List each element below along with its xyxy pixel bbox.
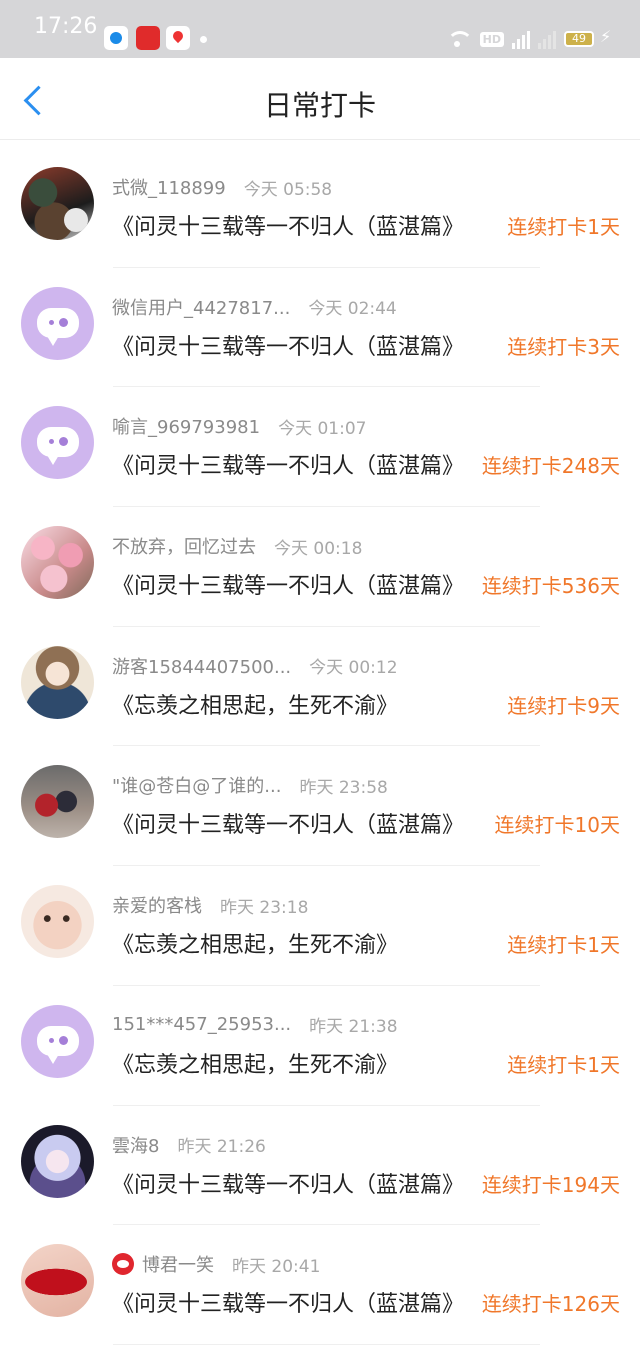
book-title[interactable]: 《忘羡之相思起，生死不渝》 (112, 927, 497, 959)
user-name[interactable]: 喻言_969793981 (112, 413, 260, 439)
more-notifications-icon (200, 36, 207, 43)
avatar[interactable] (21, 1124, 94, 1198)
avatar[interactable] (21, 885, 94, 959)
book-title[interactable]: 《问灵十三载等一不归人（蓝湛篇》 (112, 1286, 472, 1318)
streak-label: 连续打卡194天 (481, 1172, 620, 1197)
checkin-item[interactable]: 雲海8 昨天 21:26 《问灵十三载等一不归人（蓝湛篇》 连续打卡194天 (0, 1106, 640, 1226)
checkin-item[interactable]: 博君一笑 昨天 20:41 《问灵十三载等一不归人（蓝湛篇》 连续打卡126天 (0, 1225, 640, 1345)
checkin-time: 今天 01:07 (278, 418, 367, 439)
book-title[interactable]: 《忘羡之相思起，生死不渝》 (112, 1047, 497, 1079)
checkin-time: 今天 02:44 (308, 299, 397, 320)
checkin-time: 昨天 23:18 (220, 897, 309, 918)
wifi-icon (446, 29, 473, 49)
checkin-meta: 不放弃，回忆过去 今天 00:18 (112, 533, 362, 559)
streak-label: 连续打卡126天 (481, 1292, 620, 1317)
avatar[interactable] (21, 406, 94, 480)
checkin-item[interactable]: 微信用户_4427817... 今天 02:44 《问灵十三载等一不归人（蓝湛篇》连… (0, 268, 640, 388)
checkin-meta: 游客15844407500... 今天 00:12 (112, 653, 398, 679)
user-name[interactable]: "谁@苍白@了谁的... (112, 772, 281, 798)
book-title[interactable]: 《问灵十三载等一不归人（蓝湛篇》 (112, 209, 497, 241)
checkin-item[interactable]: 喻言_969793981 今天 01:07 《问灵十三载等一不归人（蓝湛篇》 连续打卡… (0, 387, 640, 508)
checkin-meta: 式微_118899 今天 05:58 (112, 174, 332, 200)
browser-app-icon (104, 26, 128, 50)
streak-label: 连续打卡1天 (507, 215, 620, 239)
checkin-item[interactable]: "谁@苍白@了谁的... 昨天 23:58 《问灵十三载等一不归人（蓝湛篇》 连续打卡… (0, 746, 640, 867)
streak-label: 连续打卡248天 (481, 454, 620, 479)
lips-badge-icon (112, 1253, 134, 1276)
checkin-meta: 151***457_25953... 昨天 21:38 (112, 1012, 398, 1037)
book-title[interactable]: 《问灵十三载等一不归人（蓝湛篇》 (112, 1167, 472, 1199)
checkin-item[interactable]: 不放弃，回忆过去 今天 00:18 《问灵十三载等一不归人（蓝湛篇》 连续打卡536天 (0, 507, 640, 627)
checkin-meta: 雲海8 昨天 21:26 (112, 1132, 266, 1158)
streak-label: 连续打卡1天 (507, 933, 620, 958)
checkin-meta: 微信用户_4427817... 今天 02:44 (112, 294, 397, 320)
avatar[interactable] (21, 167, 94, 240)
user-name[interactable]: 微信用户_4427817... (112, 294, 290, 320)
divider (113, 1343, 540, 1345)
avatar[interactable] (21, 286, 94, 360)
chat-bubble-icon (37, 427, 79, 466)
user-name[interactable]: 151***457_25953... (112, 1014, 291, 1035)
nav-bar: 日常打卡 (0, 58, 640, 140)
chat-bubble-icon (37, 1025, 79, 1064)
battery-icon: 49 (564, 31, 594, 47)
checkin-time: 今天 05:58 (243, 179, 333, 200)
page-title: 日常打卡 (263, 89, 376, 122)
avatar[interactable] (21, 645, 94, 719)
streak-label: 连续打卡9天 (507, 693, 620, 718)
checkin-meta: "谁@苍白@了谁的... 昨天 23:58 (112, 772, 388, 798)
streak-label: 连续打卡3天 (507, 334, 620, 359)
avatar[interactable] (21, 765, 94, 839)
user-name[interactable]: 式微_118899 (112, 174, 226, 200)
avatar[interactable] (21, 1004, 94, 1078)
avatar[interactable] (21, 526, 94, 600)
book-title[interactable]: 《忘羡之相思起，生死不渝》 (112, 688, 497, 720)
checkin-item[interactable]: 游客15844407500... 今天 00:12 《忘羡之相思起，生死不渝》 连续打… (0, 627, 640, 747)
streak-label: 连续打卡10天 (494, 813, 620, 838)
hd-icon: HD (479, 31, 504, 47)
signal-2-icon (538, 29, 556, 49)
checkin-item[interactable]: 151***457_25953... 昨天 21:38 《忘羡之相思起，生死不渝》连… (0, 986, 640, 1106)
chat-bubble-icon (37, 307, 79, 346)
avatar[interactable] (21, 1244, 94, 1318)
checkin-meta: 喻言_969793981 今天 01:07 (112, 413, 366, 439)
user-name[interactable]: 游客15844407500... (112, 653, 291, 679)
user-name[interactable]: 不放弃，回忆过去 (112, 533, 256, 559)
checkin-list: 式微_118899 今天 05:58 《问灵十三载等一不归人（蓝湛篇》 连续打卡1天微… (0, 148, 640, 1345)
checkin-meta: 亲爱的客栈 昨天 23:18 (112, 892, 308, 918)
checkin-time: 今天 00:12 (309, 658, 398, 679)
checkin-time: 昨天 23:58 (299, 777, 388, 798)
user-name[interactable]: 雲海8 (112, 1132, 159, 1158)
streak-label: 连续打卡1天 (507, 1052, 620, 1077)
status-time: 17:26 (34, 14, 98, 39)
book-title[interactable]: 《问灵十三载等一不归人（蓝湛篇》 (112, 568, 472, 600)
charging-icon (600, 27, 612, 48)
checkin-item[interactable]: 式微_118899 今天 05:58 《问灵十三载等一不归人（蓝湛篇》 连续打卡1天 (0, 148, 640, 268)
user-name[interactable]: 亲爱的客栈 (112, 892, 202, 918)
checkin-time: 昨天 21:38 (309, 1016, 398, 1037)
status-indicators: HD 49 (446, 26, 612, 52)
map-app-icon (166, 26, 190, 50)
checkin-item[interactable]: 亲爱的客栈 昨天 23:18 《忘羡之相思起，生死不渝》 连续打卡1天 (0, 866, 640, 986)
streak-label: 连续打卡536天 (481, 574, 620, 599)
book-title[interactable]: 《问灵十三载等一不归人（蓝湛篇》 (112, 448, 472, 480)
user-name[interactable]: 博君一笑 (142, 1251, 214, 1277)
status-bar: 17:26 HD 49 (0, 0, 640, 58)
checkin-time: 昨天 20:41 (232, 1256, 321, 1277)
checkin-time: 今天 00:18 (274, 538, 363, 559)
checkin-time: 昨天 21:26 (177, 1137, 266, 1157)
book-title[interactable]: 《问灵十三载等一不归人（蓝湛篇》 (112, 807, 485, 839)
signal-icon (512, 29, 530, 49)
book-title[interactable]: 《问灵十三载等一不归人（蓝湛篇》 (112, 329, 497, 361)
shopping-app-icon (136, 26, 160, 50)
checkin-meta: 博君一笑 昨天 20:41 (112, 1251, 320, 1277)
